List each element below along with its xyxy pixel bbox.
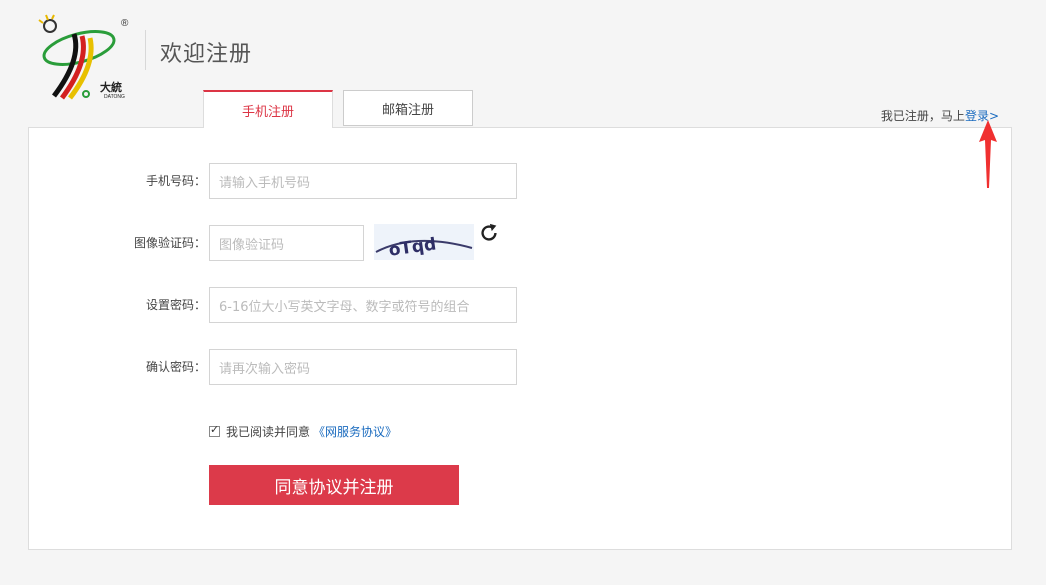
agree-checkbox[interactable] [209,423,220,437]
captcha-input[interactable]: 图像验证码 [209,225,364,261]
confirm-password-input[interactable]: 请再次输入密码 [209,349,517,385]
brand-name-latin: DATONG [104,94,125,100]
phone-input[interactable]: 请输入手机号码 [209,163,517,199]
service-agreement-link[interactable]: 《网服务协议》 [313,423,397,440]
refresh-icon[interactable] [478,222,500,244]
captcha-image[interactable]: oTqd [374,224,474,260]
header-divider [145,30,146,70]
password-input[interactable]: 6-16位大小写英文字母、数字或符号的组合 [209,287,517,323]
agree-register-button[interactable]: 同意协议并注册 [209,465,459,505]
agree-text: 我已阅读并同意 [226,425,311,439]
red-arrow-icon [979,120,997,188]
password-label: 设置密码： [145,298,206,312]
login-hint-text: 我已注册，马上 [880,109,965,123]
captcha-label: 图像验证码： [133,236,206,250]
confirm-password-label: 确认密码： [145,360,206,374]
agreement-row: 我已阅读并同意 《网服务协议》 [209,423,397,440]
register-panel [28,127,1012,550]
tab-email-register[interactable]: 邮箱注册 [343,90,473,126]
phone-label: 手机号码： [145,174,206,188]
brand-logo: ® 大統 DATONG [38,14,129,100]
tab-phone-register[interactable]: 手机注册 [203,90,333,128]
brand-name: 大統 [100,80,122,94]
page-title: 欢迎注册 [160,42,253,67]
registered-mark: ® [121,18,129,29]
